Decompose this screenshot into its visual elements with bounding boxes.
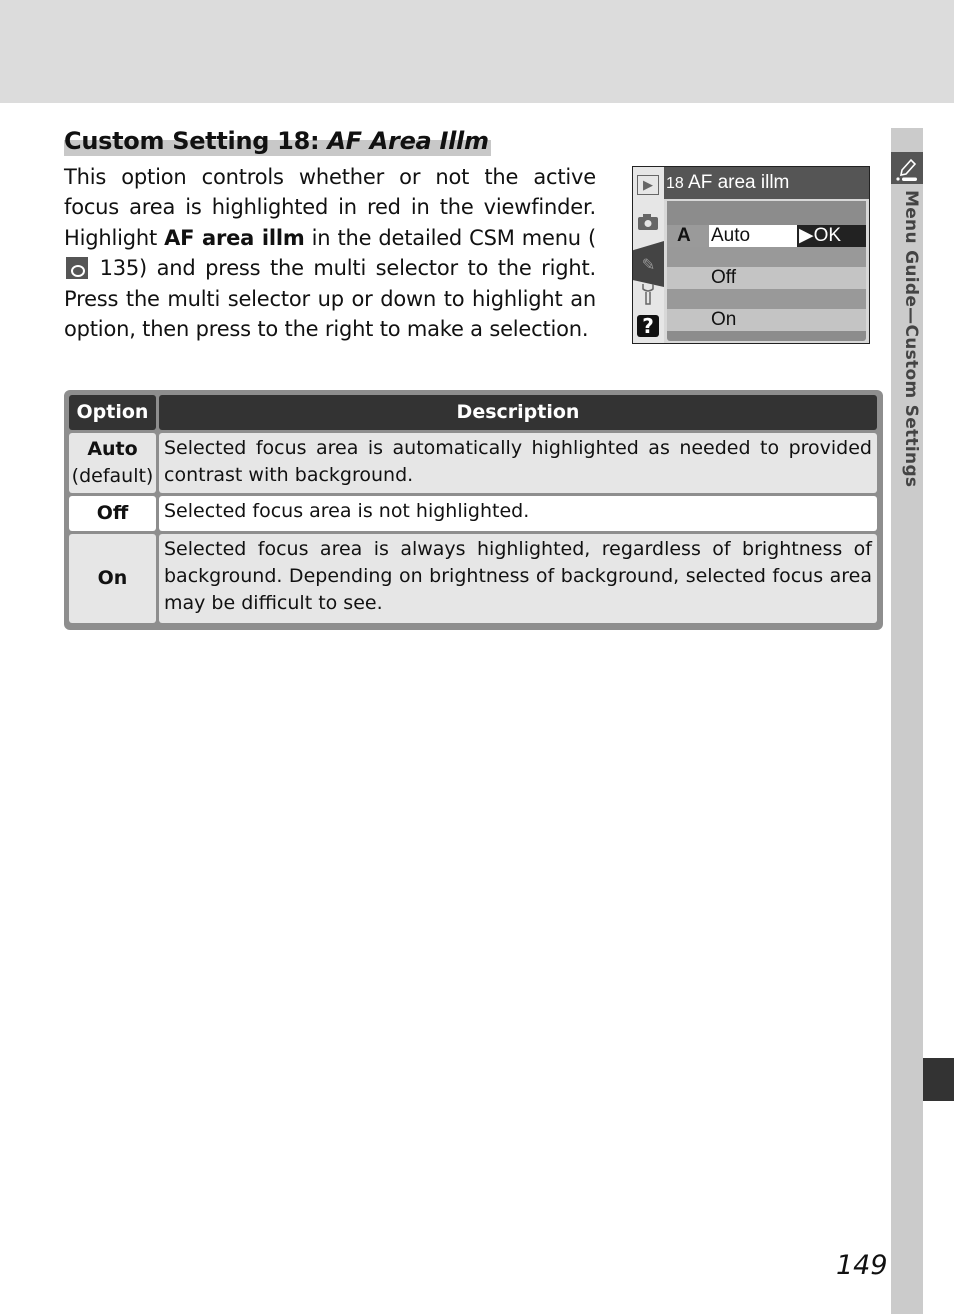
help-icon: ? — [637, 314, 659, 338]
ok-prompt: ▶OK — [797, 225, 866, 247]
custom-settings-pencil-icon — [891, 152, 923, 184]
title-prefix: Custom Setting 18: — [64, 127, 328, 155]
play-icon: ▶ — [637, 175, 659, 195]
camera-menu-screen: ▶ ✎ ? 18 AF area illm A Auto ▶OK Off On — [632, 166, 870, 344]
option-default-note: (default) — [71, 465, 154, 487]
intro-text-2: in the detailed CSM menu ( — [304, 225, 597, 250]
chapter-tab — [923, 1058, 954, 1101]
intro-text-3: 135) and press the multi selector to the… — [64, 256, 596, 342]
camera-option-label: Off — [711, 267, 736, 288]
setting-number: 18 — [666, 175, 684, 192]
camera-option-label: On — [711, 309, 737, 330]
header-description: Description — [159, 395, 877, 430]
header-option: Option — [69, 395, 156, 430]
menu-reference-icon — [66, 257, 88, 280]
selected-marker: A — [677, 225, 691, 246]
section-label: Menu Guide—Custom Settings — [901, 190, 921, 488]
option-name: Auto — [87, 438, 138, 460]
camera-menu-title: 18 AF area illm — [664, 167, 869, 199]
intro-paragraph: This option controls whether or not the … — [64, 162, 596, 344]
camera-option-on[interactable]: On — [667, 309, 866, 331]
top-band — [0, 0, 954, 103]
table-row-option: Off — [69, 496, 156, 531]
options-table: Option Description Auto (default) Select… — [64, 390, 883, 630]
wrench-icon — [637, 283, 659, 305]
table-row-description: Selected focus area is always highlighte… — [159, 534, 877, 623]
camera-option-label: Auto — [709, 225, 797, 247]
panel-divider — [667, 247, 866, 267]
table-row-description: Selected focus area is not highlighted. — [159, 496, 877, 531]
panel-divider — [667, 289, 866, 309]
page-title: Custom Setting 18: AF Area Illm — [64, 126, 491, 156]
camera-options-panel: A Auto ▶OK Off On — [667, 201, 866, 341]
title-setting-name: AF Area Illm — [327, 127, 489, 155]
option-name: Off — [96, 502, 129, 524]
camera-icon — [637, 211, 659, 233]
table-row-description: Selected focus area is automatically hig… — [159, 433, 877, 493]
camera-option-auto[interactable]: A Auto ▶OK — [667, 225, 866, 247]
option-name: On — [97, 567, 128, 589]
panel-spacer — [667, 201, 866, 225]
setting-title: AF area illm — [683, 172, 790, 193]
camera-option-off[interactable]: Off — [667, 267, 866, 289]
table-row-option: Auto (default) — [69, 433, 156, 493]
page-number: 149 — [836, 1250, 888, 1281]
menu-item-name: AF area illm — [164, 225, 305, 250]
table-row-option: On — [69, 534, 156, 623]
